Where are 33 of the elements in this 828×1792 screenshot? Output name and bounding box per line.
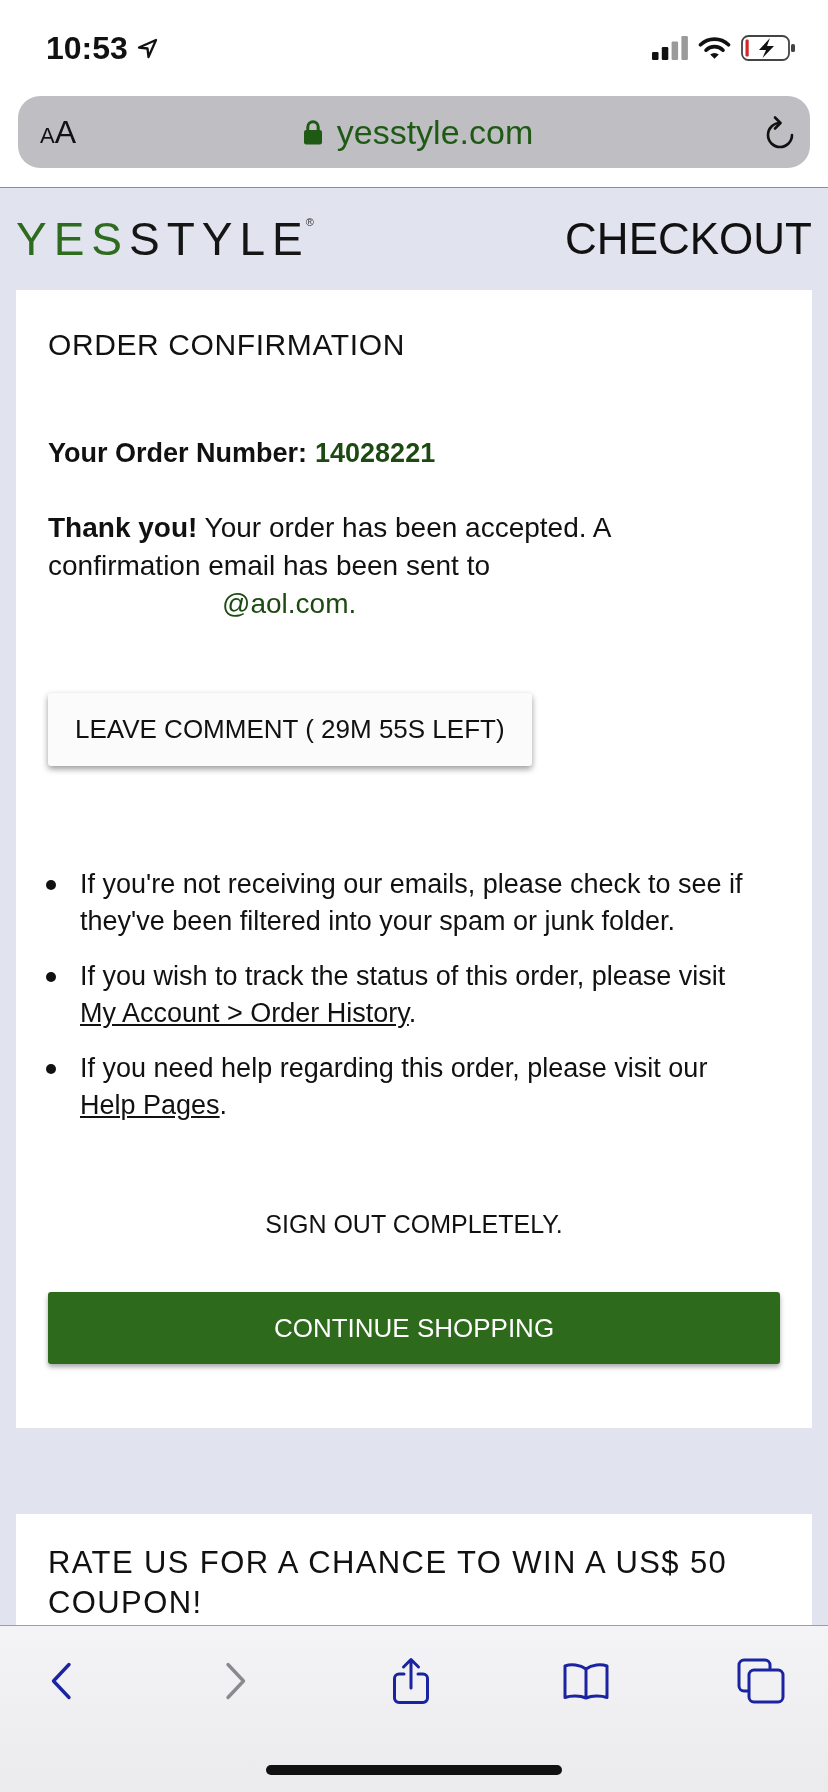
open-book-icon[interactable] [563, 1662, 609, 1700]
tip-text: If you're not receiving our emails, please check to see if they've been filtered into your spam or junk folder. [80, 868, 744, 938]
share-icon[interactable] [392, 1657, 430, 1705]
text-size-button[interactable]: AA [40, 116, 77, 148]
location-arrow-icon [136, 37, 158, 59]
url-text: yesstyle.com [336, 112, 534, 152]
brand-logo[interactable]: YES STYLE® [16, 215, 314, 263]
leave-comment-button[interactable]: LEAVE COMMENT ( 29M 55S LEFT) [48, 693, 532, 766]
reload-icon[interactable] [764, 114, 796, 150]
sign-out-link[interactable]: SIGN OUT COMPLETELY. [265, 1206, 563, 1242]
status-time: 10:53 [46, 30, 128, 66]
wifi-icon [698, 36, 731, 60]
tip-text: If you need help regarding this order, please visit our Help Pages. [80, 1052, 709, 1122]
signal-bars-icon [652, 36, 688, 60]
continue-shopping-button[interactable]: CONTINUE SHOPPING [48, 1292, 780, 1364]
email-address: @aol.com. [222, 587, 357, 621]
chevron-left-icon[interactable] [50, 1662, 72, 1700]
page-title: CHECKOUT [565, 214, 812, 264]
rating-title: RATE US FOR A CHANCE TO WIN A US$ 50 COUPON! [48, 1544, 729, 1622]
order-number-value: 14028221 [315, 437, 436, 470]
bullet-icon [46, 972, 56, 982]
lock-icon [302, 119, 323, 145]
help-link[interactable]: My Account > Order History [80, 998, 409, 1028]
address-bar[interactable]: AA yesstyle.com [18, 96, 810, 168]
battery-charging-icon [741, 35, 796, 61]
order-number-label: Your Order Number: [48, 437, 308, 470]
tabs-icon[interactable] [737, 1658, 785, 1704]
card-title: ORDER CONFIRMATION [48, 327, 405, 363]
bullet-icon [46, 1064, 56, 1074]
tip-text: If you wish to track the status of this order, please visit My Account > Order History. [80, 960, 727, 1030]
bullet-icon [46, 880, 56, 890]
help-link[interactable]: Help Pages [80, 1090, 220, 1120]
confirmation-message: Thank you! Your order has been accepted. A confirmation email has been sent to [48, 511, 612, 583]
